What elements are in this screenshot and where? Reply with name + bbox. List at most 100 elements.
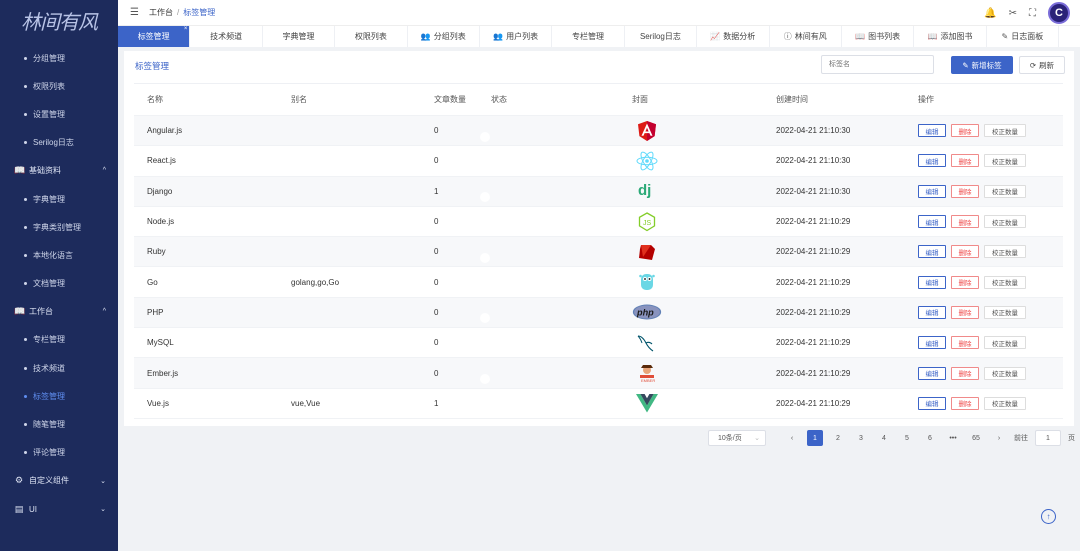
search-input[interactable] bbox=[821, 55, 934, 74]
tab-item[interactable]: ⓘ 林间有风 bbox=[770, 26, 842, 47]
fix-count-button[interactable]: 校正数量 bbox=[984, 336, 1026, 350]
sidebar-item[interactable]: 评论管理 bbox=[0, 439, 118, 467]
tab-item[interactable]: 📖 添加图书 bbox=[914, 26, 987, 47]
edit-button[interactable]: 编辑 bbox=[918, 245, 946, 259]
sidebar-group[interactable]: ⚙ 自定义组件 ⌄ bbox=[0, 467, 118, 495]
back-to-top-button[interactable]: ↑ bbox=[1041, 509, 1056, 524]
delete-button[interactable]: 删除 bbox=[951, 154, 979, 168]
avatar[interactable]: C bbox=[1048, 2, 1070, 24]
edit-button[interactable]: 编辑 bbox=[918, 275, 946, 289]
delete-button[interactable]: 删除 bbox=[951, 396, 979, 410]
fix-count-button[interactable]: 校正数量 bbox=[984, 184, 1026, 198]
refresh-button[interactable]: ⟳ 刷新 bbox=[1019, 56, 1065, 74]
cover-cell: dj bbox=[632, 180, 662, 202]
sidebar-item[interactable]: 本地化语言 bbox=[0, 241, 118, 269]
page-number[interactable]: 6 bbox=[922, 430, 938, 446]
goto-input[interactable]: 1 bbox=[1035, 430, 1061, 446]
sidebar-item[interactable]: 专栏管理 bbox=[0, 326, 118, 354]
prev-page-button[interactable]: ‹ bbox=[784, 430, 800, 446]
edit-button[interactable]: 编辑 bbox=[918, 184, 946, 198]
sidebar-item[interactable]: 字典类别管理 bbox=[0, 213, 118, 241]
sidebar-item[interactable]: 分组管理 bbox=[0, 44, 118, 72]
fix-count-button[interactable]: 校正数量 bbox=[984, 366, 1026, 380]
article-count: 0 bbox=[434, 338, 439, 348]
svg-text:JS: JS bbox=[643, 220, 652, 227]
tag-alias: vue,Vue bbox=[291, 398, 321, 408]
tab-item[interactable]: 技术频道 bbox=[190, 26, 263, 47]
svg-text:php: php bbox=[636, 308, 654, 318]
article-count: 1 bbox=[434, 398, 439, 408]
tab-label: 字典管理 bbox=[282, 32, 315, 41]
page-number[interactable]: 4 bbox=[876, 430, 892, 446]
sidebar-item[interactable]: 文档管理 bbox=[0, 270, 118, 298]
tab-item[interactable]: 字典管理 bbox=[263, 26, 336, 47]
page-number[interactable]: 1 bbox=[807, 430, 823, 446]
delete-button[interactable]: 删除 bbox=[951, 275, 979, 289]
breadcrumb-item[interactable]: 工作台 bbox=[149, 8, 173, 17]
edit-icon: ✎ bbox=[1001, 32, 1009, 41]
sidebar-item[interactable]: 标签管理 bbox=[0, 382, 118, 410]
tab-item[interactable]: ✎ 日志面板 bbox=[987, 26, 1060, 47]
app-logo: 林间有风 bbox=[21, 9, 98, 34]
page-number[interactable]: ••• bbox=[945, 430, 961, 446]
page-number[interactable]: 65 bbox=[968, 430, 984, 446]
edit-button[interactable]: 编辑 bbox=[918, 396, 946, 410]
edit-button[interactable]: 编辑 bbox=[918, 336, 946, 350]
page-size-select[interactable]: 10条/页 ⌄ bbox=[708, 430, 766, 446]
next-page-button[interactable]: › bbox=[991, 430, 1007, 446]
page-number[interactable]: 2 bbox=[830, 430, 846, 446]
edit-button[interactable]: 编辑 bbox=[918, 154, 946, 168]
sidebar-group[interactable]: ▤ UI ⌄ bbox=[0, 495, 118, 523]
sidebar-item[interactable]: 字典管理 bbox=[0, 185, 118, 213]
delete-button[interactable]: 删除 bbox=[951, 124, 979, 138]
edit-button[interactable]: 编辑 bbox=[918, 215, 946, 229]
tab-item[interactable]: 👥 分组列表 bbox=[408, 26, 480, 47]
delete-button[interactable]: 删除 bbox=[951, 215, 979, 229]
menu-toggle-icon[interactable]: ☰ bbox=[130, 7, 139, 18]
sidebar-item[interactable]: 技术频道 bbox=[0, 354, 118, 382]
article-count: 0 bbox=[434, 307, 439, 317]
fix-count-button[interactable]: 校正数量 bbox=[984, 245, 1026, 259]
page-number[interactable]: 3 bbox=[853, 430, 869, 446]
row-actions: 编辑 删除 校正数量 bbox=[918, 366, 1026, 380]
delete-button[interactable]: 删除 bbox=[951, 305, 979, 319]
edit-button[interactable]: 编辑 bbox=[918, 124, 946, 138]
table-row: Go golang,go,Go 0 2022-04-21 21:10:29 编辑 删除 校正… bbox=[134, 267, 1063, 298]
close-icon[interactable]: × bbox=[184, 26, 188, 32]
edit-button[interactable]: 编辑 bbox=[918, 305, 946, 319]
article-count: 0 bbox=[434, 277, 439, 287]
delete-button[interactable]: 删除 bbox=[951, 336, 979, 350]
sidebar-item[interactable]: Serilog日志 bbox=[0, 129, 118, 157]
bullet-icon bbox=[24, 112, 27, 116]
fullscreen-icon[interactable]: ⛶ bbox=[1029, 8, 1036, 19]
sidebar-item[interactable]: 随笔管理 bbox=[0, 410, 118, 438]
edit-button[interactable]: 编辑 bbox=[918, 366, 946, 380]
fix-count-button[interactable]: 校正数量 bbox=[984, 215, 1026, 229]
tab-item[interactable]: 📖 图书列表 bbox=[842, 26, 915, 47]
tool-icon[interactable]: ✂ bbox=[1009, 8, 1017, 19]
created-time: 2022-04-21 21:10:30 bbox=[776, 126, 851, 136]
tab-item[interactable]: 权限列表 bbox=[335, 26, 408, 47]
tab-item[interactable]: 标签管理 × bbox=[118, 26, 191, 47]
sidebar-item[interactable]: 权限列表 bbox=[0, 72, 118, 100]
fix-count-button[interactable]: 校正数量 bbox=[984, 396, 1026, 410]
page-number[interactable]: 5 bbox=[899, 430, 915, 446]
delete-button[interactable]: 删除 bbox=[951, 245, 979, 259]
delete-button[interactable]: 删除 bbox=[951, 184, 979, 198]
sidebar-group[interactable]: 📖 基础资料 ^ bbox=[0, 157, 118, 185]
fix-count-button[interactable]: 校正数量 bbox=[984, 124, 1026, 138]
fix-count-button[interactable]: 校正数量 bbox=[984, 154, 1026, 168]
tab-label: 技术频道 bbox=[210, 32, 243, 41]
fix-count-button[interactable]: 校正数量 bbox=[984, 275, 1026, 289]
add-tag-button[interactable]: ✎ 新增标签 bbox=[951, 56, 1013, 74]
tab-item[interactable]: 👥 用户列表 bbox=[480, 26, 553, 47]
tab-item[interactable]: 专栏管理 bbox=[552, 26, 625, 47]
tab-item[interactable]: 📈 数据分析 bbox=[697, 26, 770, 47]
info-icon: ⓘ bbox=[783, 32, 792, 41]
sidebar-group[interactable]: 📖 工作台 ^ bbox=[0, 298, 118, 326]
sidebar-item[interactable]: 设置管理 bbox=[0, 100, 118, 128]
fix-count-button[interactable]: 校正数量 bbox=[984, 305, 1026, 319]
tab-item[interactable]: Serilog日志 bbox=[625, 26, 698, 47]
delete-button[interactable]: 删除 bbox=[951, 366, 979, 380]
bell-icon[interactable]: 🔔 bbox=[984, 8, 996, 19]
